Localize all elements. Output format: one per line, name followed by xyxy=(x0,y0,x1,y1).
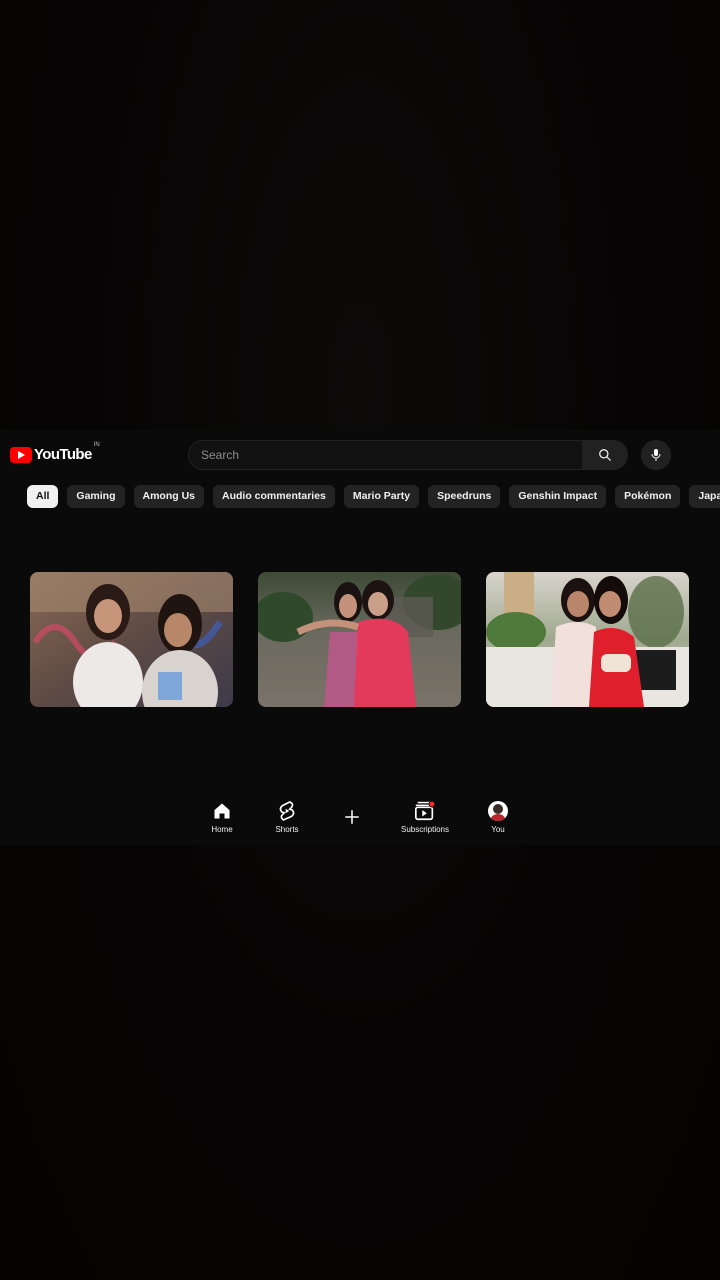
nav-subscriptions-label: Subscriptions xyxy=(400,825,450,834)
subscriptions-icon xyxy=(415,800,436,821)
mic-icon xyxy=(651,449,661,461)
nav-shorts-label: Shorts xyxy=(275,825,299,834)
video-grid xyxy=(30,572,689,707)
nav-home-label: Home xyxy=(211,825,233,834)
bottom-navigation: Home Shorts Subscriptions You xyxy=(200,800,520,840)
video-thumbnail-1[interactable] xyxy=(30,572,233,707)
nav-create[interactable] xyxy=(330,800,374,834)
youtube-play-icon xyxy=(10,446,32,463)
chip-all[interactable]: All xyxy=(27,485,59,508)
avatar xyxy=(488,801,508,821)
search-icon xyxy=(599,449,611,461)
search-button[interactable] xyxy=(582,440,628,470)
chip-pokemon[interactable]: Pokémon xyxy=(615,485,681,508)
search-input[interactable] xyxy=(188,440,582,470)
category-chips: All Gaming Among Us Audio commentaries M… xyxy=(27,485,720,508)
youtube-logo[interactable]: YouTube IN xyxy=(10,442,100,463)
chip-speedruns[interactable]: Speedruns xyxy=(428,485,501,508)
nav-home[interactable]: Home xyxy=(200,800,244,834)
plus-icon xyxy=(345,810,359,824)
shorts-icon xyxy=(279,801,295,821)
chip-japanese-cuisine[interactable]: Japanese Cuisine xyxy=(689,485,720,508)
chip-mario-party[interactable]: Mario Party xyxy=(343,485,420,508)
voice-search-button[interactable] xyxy=(641,440,671,470)
screen: YouTube IN All Gaming Among Us xyxy=(0,0,720,1280)
nav-you-label: You xyxy=(491,825,505,834)
logo-text: YouTube xyxy=(34,446,92,463)
chip-gaming[interactable]: Gaming xyxy=(67,485,125,508)
home-icon xyxy=(214,803,230,819)
nav-you[interactable]: You xyxy=(476,800,520,834)
video-thumbnail-2[interactable] xyxy=(258,572,461,707)
nav-subscriptions[interactable]: Subscriptions xyxy=(395,800,455,834)
region-code: IN xyxy=(93,442,100,448)
video-thumbnail-3[interactable] xyxy=(486,572,689,707)
nav-shorts[interactable]: Shorts xyxy=(265,800,309,834)
chip-genshin-impact[interactable]: Genshin Impact xyxy=(509,485,607,508)
search-bar xyxy=(188,440,628,470)
youtube-app: YouTube IN All Gaming Among Us xyxy=(0,430,720,845)
chip-among-us[interactable]: Among Us xyxy=(133,485,205,508)
chip-audio-commentaries[interactable]: Audio commentaries xyxy=(213,485,335,508)
